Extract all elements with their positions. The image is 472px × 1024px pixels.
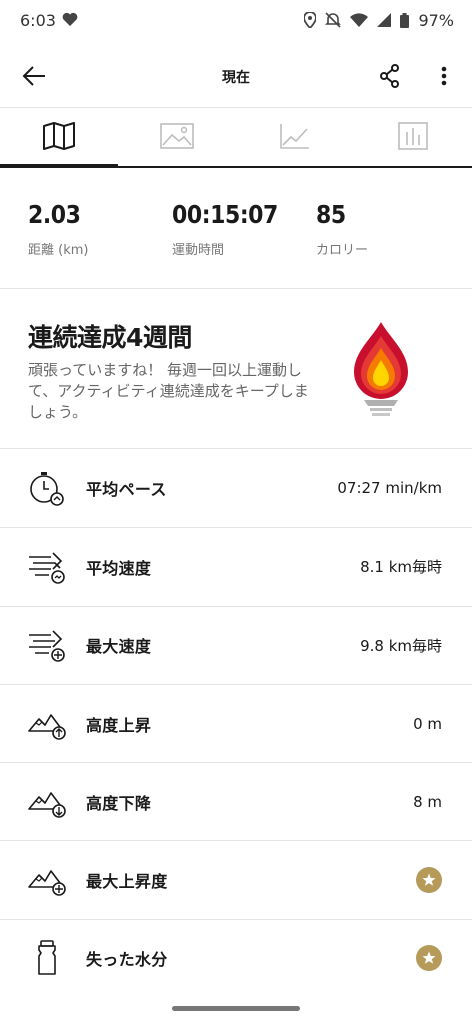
metric-value: 0 m (413, 714, 442, 733)
distance-label: 距離 (km) (28, 243, 89, 258)
list-item[interactable]: 平均速度 8.1 km毎時 (0, 527, 472, 605)
location-icon (304, 12, 317, 28)
duration-stat: 00:15:07 運動時間 (172, 200, 292, 258)
streak-description: 頑張っていますね！ 毎週一回以上運動して、アクティビティ連続達成をキープしましょ… (28, 361, 309, 421)
list-item[interactable]: 最大速度 9.8 km毎時 (0, 605, 472, 684)
elevation-down-icon (26, 781, 68, 823)
metric-value: 8 m (413, 792, 442, 811)
metric-label: 高度下降 (86, 793, 152, 813)
more-vert-icon[interactable] (430, 60, 458, 92)
tab-stats[interactable] (354, 110, 472, 166)
premium-star-icon[interactable] (416, 945, 442, 972)
metric-label: 最大上昇度 (86, 872, 168, 892)
calories-label: カロリー (316, 243, 369, 258)
tab-bar (0, 110, 472, 168)
status-time: 6:03 (20, 10, 56, 30)
tab-active-indicator (0, 164, 118, 168)
metric-label: 最大速度 (86, 637, 152, 657)
stopwatch-icon (26, 467, 68, 509)
tab-graph[interactable] (236, 110, 354, 166)
list-item[interactable]: 高度下降 8 m (0, 762, 472, 840)
flame-trophy-icon (350, 320, 412, 420)
tab-photos[interactable] (118, 110, 236, 166)
water-bottle-icon (26, 937, 68, 979)
list-item[interactable]: 高度上昇 0 m (0, 683, 472, 762)
line-chart-icon (280, 123, 310, 153)
status-bar: 6:03 97% (0, 0, 472, 40)
premium-star-icon[interactable] (416, 867, 442, 894)
metric-label: 失った水分 (86, 950, 168, 970)
app-bar: 現在 (0, 46, 472, 106)
streak-title: 連続達成4週間 (28, 323, 192, 352)
battery-percent: 97% (418, 10, 454, 30)
wifi-icon (350, 13, 369, 27)
divider (0, 288, 472, 289)
map-icon (43, 122, 75, 154)
mute-icon (325, 12, 342, 28)
share-icon[interactable] (374, 60, 406, 92)
elevation-max-icon (26, 859, 68, 901)
image-icon (160, 123, 194, 153)
speed-avg-icon (26, 546, 68, 588)
bar-chart-icon (398, 122, 428, 154)
summary-stats: 2.03 距離 (km) 00:15:07 運動時間 85 カロリー (0, 200, 472, 260)
list-item[interactable]: 失った水分 (0, 918, 472, 997)
metric-label: 高度上昇 (86, 715, 152, 735)
home-indicator[interactable] (172, 1006, 300, 1011)
signal-icon (377, 13, 392, 27)
heart-icon (62, 11, 78, 30)
distance-stat: 2.03 距離 (km) (28, 200, 88, 258)
metric-value: 8.1 km毎時 (360, 558, 442, 577)
speed-max-icon (26, 624, 68, 666)
list-item[interactable]: 最大上昇度 (0, 840, 472, 918)
distance-value: 2.03 (28, 200, 81, 229)
metric-label: 平均速度 (86, 558, 152, 578)
metrics-list: 平均ペース 07:27 min/km 平均速度 8.1 km毎時 最大速度 9.… (0, 449, 472, 997)
duration-value: 00:15:07 (172, 200, 278, 229)
metric-value: 07:27 min/km (337, 479, 442, 498)
calories-stat: 85 カロリー (316, 200, 368, 258)
list-item[interactable]: 平均ペース 07:27 min/km (0, 449, 472, 527)
streak-card[interactable]: 連続達成4週間 頑張っていますね！ 毎週一回以上運動して、アクティビティ連続達成… (0, 290, 472, 448)
divider (0, 107, 472, 108)
battery-icon (400, 12, 410, 28)
metric-label: 平均ペース (86, 480, 167, 500)
tab-map[interactable] (0, 110, 118, 166)
metric-value: 9.8 km毎時 (360, 636, 442, 655)
duration-label: 運動時間 (172, 243, 225, 258)
elevation-up-icon (26, 703, 68, 745)
calories-value: 85 (316, 200, 346, 229)
